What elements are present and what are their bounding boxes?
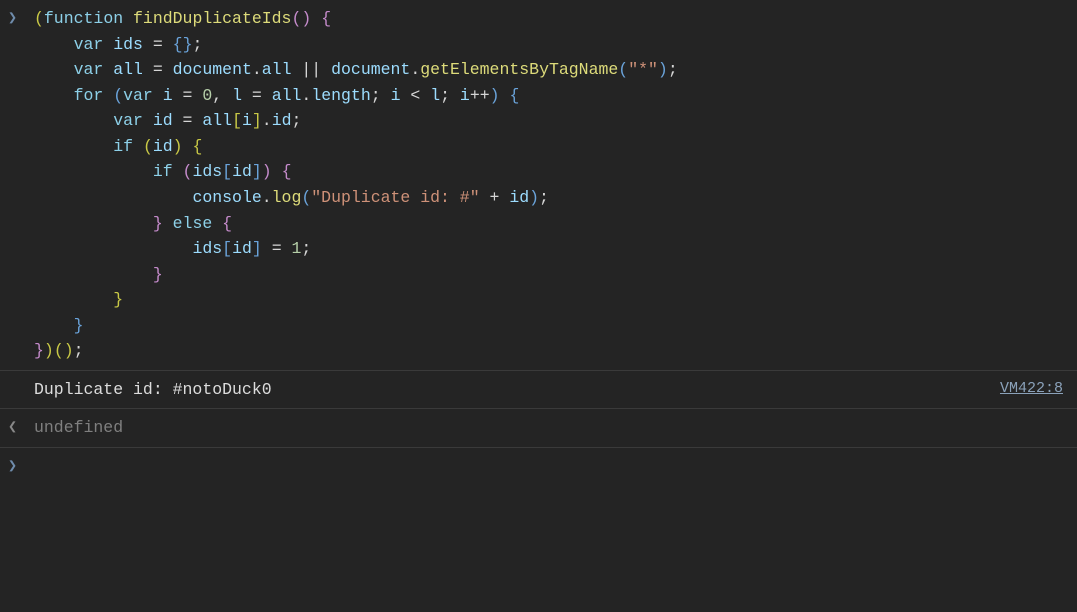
console-content: (function findDuplicateIds() { var ids =… bbox=[34, 6, 1069, 364]
return-value: undefined bbox=[34, 418, 123, 437]
devtools-console: ❯(function findDuplicateIds() { var ids … bbox=[0, 0, 1077, 484]
console-content: Duplicate id: #notoDuck0 bbox=[34, 377, 1000, 403]
log-marker-icon bbox=[8, 377, 34, 378]
log-message: Duplicate id: #notoDuck0 bbox=[34, 380, 272, 399]
input-marker-icon: ❯ bbox=[8, 6, 34, 30]
source-link[interactable]: VM422:8 bbox=[1000, 377, 1069, 400]
console-row-log: Duplicate id: #notoDuck0 VM422:8 bbox=[0, 371, 1077, 410]
return-marker-icon: ❮ bbox=[8, 415, 34, 439]
console-row-return: ❮undefined bbox=[0, 409, 1077, 448]
console-content: undefined bbox=[34, 415, 1069, 441]
console-row-input: ❯(function findDuplicateIds() { var ids … bbox=[0, 0, 1077, 371]
prompt-marker-icon: ❯ bbox=[8, 454, 34, 478]
console-row-prompt: ❯ bbox=[0, 448, 1077, 484]
